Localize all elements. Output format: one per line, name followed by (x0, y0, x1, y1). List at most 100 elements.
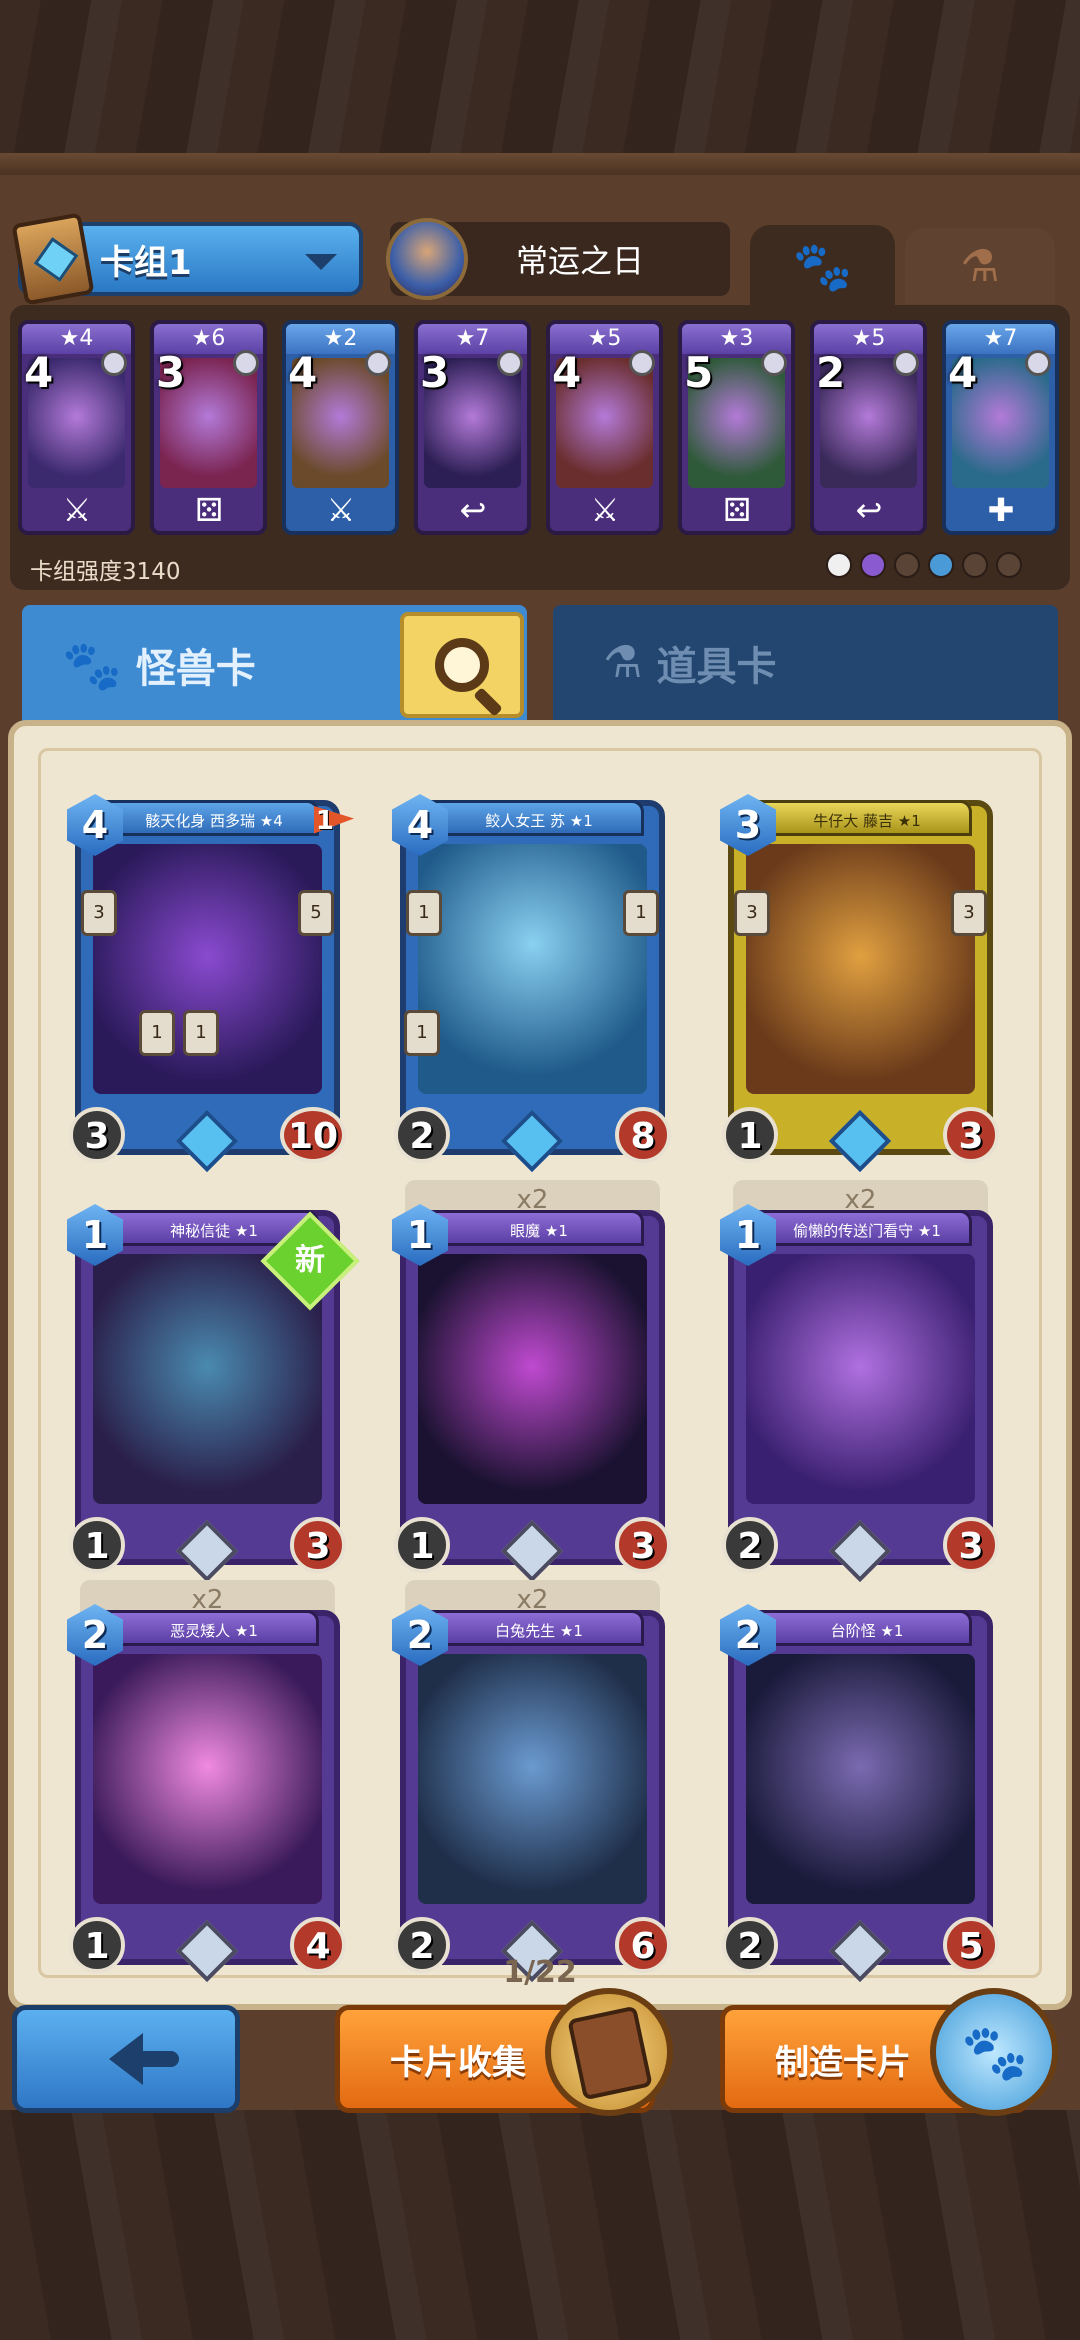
card-name: 鲛人女王 苏 ★1 (434, 800, 644, 836)
button-label: 制造卡片 (775, 2042, 911, 2083)
card-art (746, 1254, 975, 1504)
sword-icon: ⚔ (62, 491, 92, 529)
card-attack: 1 (69, 1917, 125, 1973)
search-icon (435, 638, 489, 692)
card-cost: 3 (420, 348, 450, 397)
paw-icon: 🐾 (792, 238, 853, 295)
card-attack: 3 (69, 1107, 125, 1163)
collection-card[interactable]: 骸天化身 西多瑞 ★4 4 3 10 3 5 1 1 1 (67, 794, 354, 1173)
deck-selector[interactable]: 卡组1 (11, 212, 363, 306)
deck-card[interactable]: ★3 5 ⚄ (678, 320, 795, 535)
card-cost: 4 (24, 348, 54, 397)
deck-card[interactable]: ★5 4 ⚔ (546, 320, 663, 535)
collection-card[interactable]: 眼魔 ★1 1 1 3 (392, 1204, 671, 1583)
chevron-down-icon (305, 254, 337, 270)
card-health: 5 (943, 1917, 999, 1973)
hero-name: 常运之日 (515, 242, 644, 280)
left-skill-icon: 1 (406, 890, 442, 936)
card-health: 8 (615, 1107, 671, 1163)
card-cost: 4 (948, 348, 978, 397)
filter-fire-icon[interactable] (996, 552, 1022, 578)
right-skill-icon: 5 (298, 890, 334, 936)
filter-water-icon[interactable] (928, 552, 954, 578)
card-health: 3 (943, 1107, 999, 1163)
top-wood-frame (0, 0, 1080, 175)
collection-card[interactable]: 神秘信徒 ★1 1 1 3 新 (67, 1204, 360, 1583)
filter-beast-icon[interactable] (962, 552, 988, 578)
card-name: 骸天化身 西多瑞 ★4 (109, 800, 319, 836)
ability-icon: 1 (139, 1010, 175, 1056)
new-badge-label: 新 (295, 1243, 325, 1278)
card-name: 眼魔 ★1 (434, 1210, 644, 1246)
hook-icon: ↩ (459, 491, 487, 529)
card-art (93, 1654, 322, 1904)
deck-book-icon (11, 212, 95, 306)
collection-card[interactable]: 偷懒的传送门看守 ★1 1 2 3 (720, 1204, 999, 1583)
search-button[interactable] (400, 612, 524, 718)
back-arrow-icon (109, 2033, 179, 2085)
ability-icon: 1 (183, 1010, 219, 1056)
left-skill-icon: 3 (81, 890, 117, 936)
card-art (418, 1254, 647, 1504)
card-attack: 2 (394, 1917, 450, 1973)
tab-item-deck[interactable]: ⚗ (905, 228, 1055, 304)
deck-card[interactable]: ★4 4 ⚔ (18, 320, 135, 535)
right-skill-icon: 3 (951, 890, 987, 936)
deck-card[interactable]: ★7 3 ↩ (414, 320, 531, 535)
hook-icon: ↩ (855, 491, 883, 529)
card-attack: 2 (722, 1517, 778, 1573)
tab-label: 怪兽卡 (135, 646, 256, 692)
card-attack: 1 (69, 1517, 125, 1573)
deck-power-label: 卡组强度3140 (30, 559, 181, 585)
ability-icon: 1 (404, 1010, 440, 1056)
collection-card[interactable]: 台阶怪 ★1 2 2 5 (720, 1604, 999, 1983)
card-attack: 2 (394, 1107, 450, 1163)
card-health: 10 (280, 1107, 346, 1163)
rarity-gem-icon (629, 350, 655, 376)
collection-card[interactable]: 牛仔大 藤吉 ★1 3 1 3 3 3 (720, 794, 999, 1173)
card-attack: 2 (722, 1917, 778, 1973)
card-art (746, 1654, 975, 1904)
collection-card[interactable]: 恶灵矮人 ★1 2 1 4 (67, 1604, 346, 1983)
card-art (93, 844, 322, 1094)
rarity-gem-icon (365, 350, 391, 376)
hero-selector[interactable]: 常运之日 (386, 218, 730, 300)
filter-arcane-icon[interactable] (860, 552, 886, 578)
tab-item-cards[interactable]: ⚗ 道具卡 (553, 605, 1058, 720)
card-name: 恶灵矮人 ★1 (109, 1610, 319, 1646)
collection-card[interactable]: 鲛人女王 苏 ★1 4 2 8 1 1 1 (392, 794, 671, 1173)
paw-potion-icon: 🐾 (961, 2021, 1029, 2084)
card-cost: 5 (684, 348, 714, 397)
heal-icon: ✚ (987, 491, 1015, 529)
collection-card[interactable]: 白兔先生 ★1 2 2 6 (392, 1604, 671, 1983)
deck-card[interactable]: ★5 2 ↩ (810, 320, 927, 535)
rarity-gem-icon (101, 350, 127, 376)
back-button[interactable] (12, 2005, 240, 2113)
card-health: 6 (615, 1917, 671, 1973)
rarity-gem-icon (497, 350, 523, 376)
card-health: 4 (290, 1917, 346, 1973)
paw-icon: 🐾 (62, 637, 122, 694)
card-cost: 3 (156, 348, 186, 397)
right-skill-icon: 1 (623, 890, 659, 936)
dice-icon: ⚄ (195, 491, 223, 529)
card-collection-badge[interactable] (545, 1988, 673, 2116)
card-name: 偷懒的传送门看守 ★1 (762, 1210, 972, 1246)
deck-card[interactable]: ★2 4 ⚔ (282, 320, 399, 535)
card-cost: 4 (552, 348, 582, 397)
card-health: 3 (943, 1517, 999, 1573)
left-skill-icon: 3 (734, 890, 770, 936)
potion-icon: ⚗ (960, 240, 1000, 292)
tab-monster-deck[interactable]: 🐾 (750, 225, 895, 307)
page-indicator: 1/22 (503, 1955, 577, 1990)
filter-all-icon[interactable] (826, 552, 852, 578)
filter-shadow-icon[interactable] (894, 552, 920, 578)
potion-icon: ⚗ (603, 637, 643, 688)
card-health: 3 (615, 1517, 671, 1573)
deck-card[interactable]: ★6 3 ⚄ (150, 320, 267, 535)
flag-count: 1 (315, 806, 334, 836)
card-pack-icon (567, 2005, 653, 2101)
craft-card-badge[interactable]: 🐾 (930, 1988, 1058, 2116)
sword-icon: ⚔ (590, 491, 620, 529)
deck-card[interactable]: ★7 4 ✚ (942, 320, 1059, 535)
